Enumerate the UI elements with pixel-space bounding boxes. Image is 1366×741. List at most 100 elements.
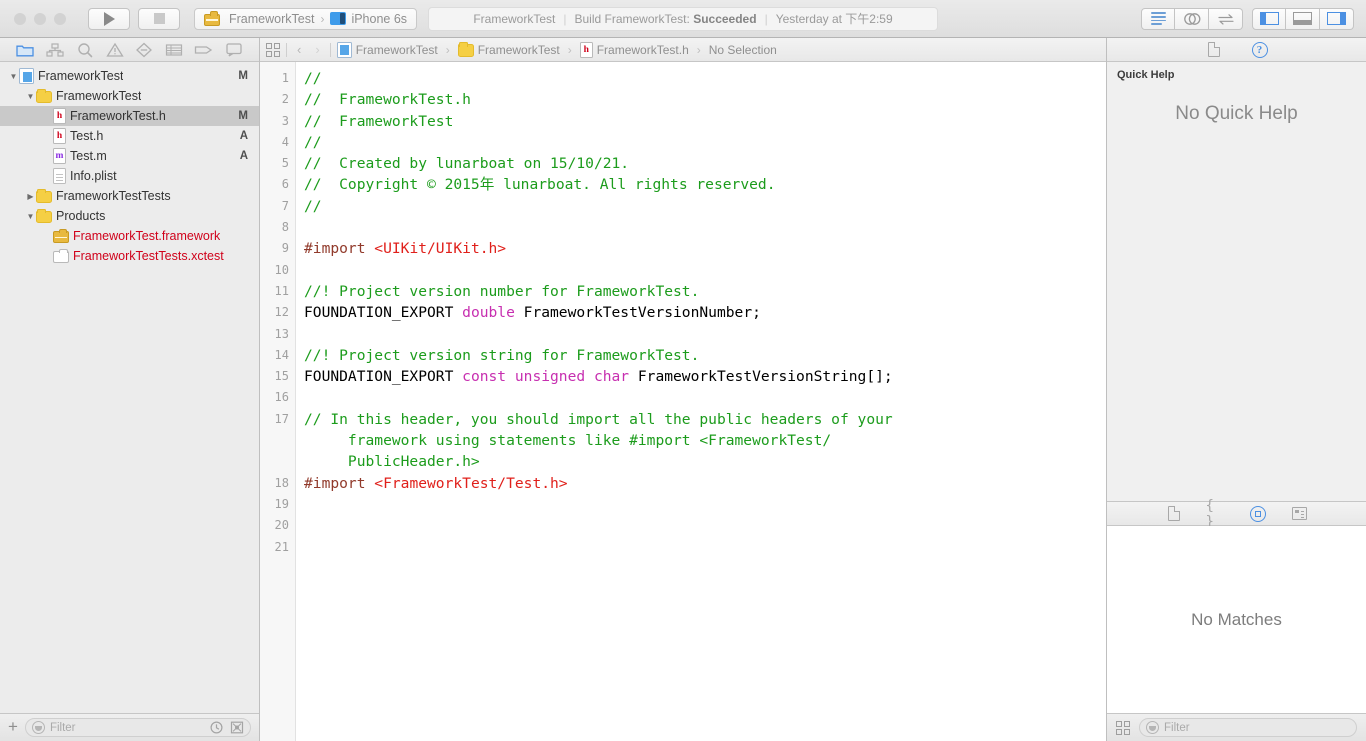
folder-icon — [36, 208, 52, 224]
quick-help-inspector-tab[interactable]: ? — [1250, 41, 1270, 59]
breadcrumb-separator: › — [567, 42, 572, 57]
xctest-icon — [53, 248, 69, 263]
line-number — [260, 451, 295, 472]
library-filter-field[interactable]: Filter — [1139, 718, 1357, 737]
code-line: //! Project version number for Framework… — [304, 281, 1106, 302]
activity-status-view[interactable]: FrameworkTest | Build FrameworkTest: Suc… — [428, 6, 938, 31]
navigate-back-button[interactable]: ‹ — [293, 42, 305, 57]
filter-scope-icon — [31, 721, 45, 734]
report-navigator-tab[interactable] — [223, 41, 245, 59]
quick-help-title: Quick Help — [1117, 69, 1175, 81]
help-circle-icon: ? — [1251, 41, 1268, 58]
debug-navigator-tab[interactable] — [163, 41, 185, 59]
close-button[interactable] — [14, 12, 26, 25]
disclosure-triangle[interactable] — [25, 192, 36, 201]
clock-icon[interactable] — [209, 720, 224, 735]
source-editor[interactable]: 1 2 3 4 5 6 7 8 9 10 11 12 13 14 15 16 17 18 19 20 21 //// F… — [260, 62, 1106, 741]
code-token: #import — [304, 474, 375, 492]
code-line: // Created by lunarboat on 15/10/21. — [304, 153, 1106, 174]
code-token: FOUNDATION_EXPORT — [304, 368, 463, 386]
tree-item[interactable]: m Test.m A — [0, 146, 259, 166]
symbol-navigator-tab[interactable] — [44, 41, 66, 59]
media-library-tab[interactable] — [1290, 505, 1310, 523]
assistant-editor-button[interactable] — [1175, 7, 1209, 30]
navigate-forward-button[interactable]: › — [311, 42, 323, 57]
editor-mode-group — [1141, 7, 1243, 30]
tree-item[interactable]: Products — [0, 206, 259, 226]
breadcrumb-group[interactable]: FrameworkTest — [457, 42, 560, 57]
standard-editor-button[interactable] — [1141, 7, 1175, 30]
disclosure-triangle[interactable] — [8, 72, 19, 81]
tree-item[interactable]: h FrameworkTest.h M — [0, 106, 259, 126]
navigator-filter-placeholder: Filter — [49, 721, 76, 734]
test-navigator-tab[interactable] — [133, 41, 155, 59]
breadcrumb-separator: › — [445, 42, 450, 57]
file-template-library-tab[interactable] — [1164, 505, 1184, 523]
line-number: 5 — [281, 156, 289, 171]
toggle-utilities-button[interactable] — [1320, 7, 1354, 30]
header-file-icon: h — [579, 41, 593, 58]
device-icon — [330, 12, 347, 25]
breadcrumb-separator: › — [696, 42, 701, 57]
filter-scope-icon — [1146, 721, 1159, 734]
line-number: 16 — [274, 390, 289, 405]
tree-item[interactable]: FrameworkTest — [0, 86, 259, 106]
line-number: 6 — [281, 177, 289, 192]
tree-item[interactable]: FrameworkTestTests — [0, 186, 259, 206]
grid-icon[interactable] — [266, 42, 280, 57]
tree-item[interactable]: FrameworkTest.framework — [0, 226, 259, 246]
run-button[interactable] — [88, 7, 130, 30]
version-editor-button[interactable] — [1209, 7, 1243, 30]
library-empty-message: No Matches — [1191, 609, 1282, 629]
breadcrumb-file[interactable]: h FrameworkTest.h — [579, 41, 689, 58]
scheme-project-label: FrameworkTest — [229, 11, 315, 26]
tree-item-label: Products — [56, 209, 106, 223]
venn-icon — [1183, 12, 1200, 25]
issue-navigator-tab[interactable] — [104, 41, 126, 59]
tree-item[interactable]: FrameworkTestTests.xctest — [0, 246, 259, 266]
navigator-tab-bar — [0, 38, 259, 62]
grid-icon[interactable] — [1116, 720, 1130, 735]
maximize-button[interactable] — [54, 12, 66, 25]
breadcrumb-project[interactable]: FrameworkTest — [336, 41, 438, 58]
disclosure-triangle[interactable] — [25, 92, 36, 101]
tree-item[interactable]: FrameworkTest M — [0, 66, 259, 86]
library-body[interactable]: No Matches — [1107, 526, 1366, 713]
code-token: <FrameworkTest/Test.h> — [374, 474, 568, 492]
add-item-button[interactable]: + — [8, 718, 18, 737]
scheme-selector[interactable]: FrameworkTest › iPhone 6s — [194, 7, 418, 30]
line-number: 7 — [281, 198, 289, 213]
stop-button[interactable] — [138, 7, 180, 30]
minimize-button[interactable] — [34, 12, 46, 25]
divider — [286, 42, 287, 57]
code-content[interactable]: // // FrameworkTest.h // FrameworkTest // //… — [296, 62, 1106, 741]
code-snippet-library-tab[interactable]: { } — [1206, 498, 1226, 530]
line-number: 15 — [274, 369, 289, 384]
line-number: 4 — [281, 134, 289, 149]
project-tree[interactable]: FrameworkTest M FrameworkTest h FrameworkTes… — [0, 62, 259, 713]
navigator-filter-field[interactable]: Filter — [24, 718, 251, 737]
disclosure-triangle[interactable] — [25, 212, 36, 221]
toggle-debug-area-button[interactable] — [1286, 7, 1320, 30]
breakpoint-navigator-tab[interactable] — [193, 41, 215, 59]
tree-item[interactable]: Info.plist — [0, 166, 259, 186]
status-timestamp: Yesterday at 下午2:59 — [775, 12, 893, 26]
breadcrumb-selection[interactable]: No Selection — [709, 43, 777, 57]
breadcrumb-label: No Selection — [708, 42, 777, 57]
target-box-icon[interactable] — [229, 720, 244, 735]
tree-item-label: FrameworkTest.h — [70, 109, 166, 123]
code-token: // FrameworkTest.h — [304, 91, 471, 109]
project-navigator-tab[interactable] — [14, 41, 36, 59]
tree-item[interactable]: h Test.h A — [0, 126, 259, 146]
code-line: #import <UIKit/UIKit.h> — [304, 238, 1106, 259]
status-target: FrameworkTest — [473, 11, 556, 26]
object-library-tab[interactable] — [1248, 505, 1268, 523]
find-navigator-tab[interactable] — [74, 41, 96, 59]
line-number: 3 — [281, 113, 289, 128]
toggle-navigator-button[interactable] — [1252, 7, 1286, 30]
hierarchy-icon — [46, 42, 64, 57]
framework-icon — [204, 11, 220, 26]
file-inspector-tab[interactable] — [1204, 41, 1224, 59]
